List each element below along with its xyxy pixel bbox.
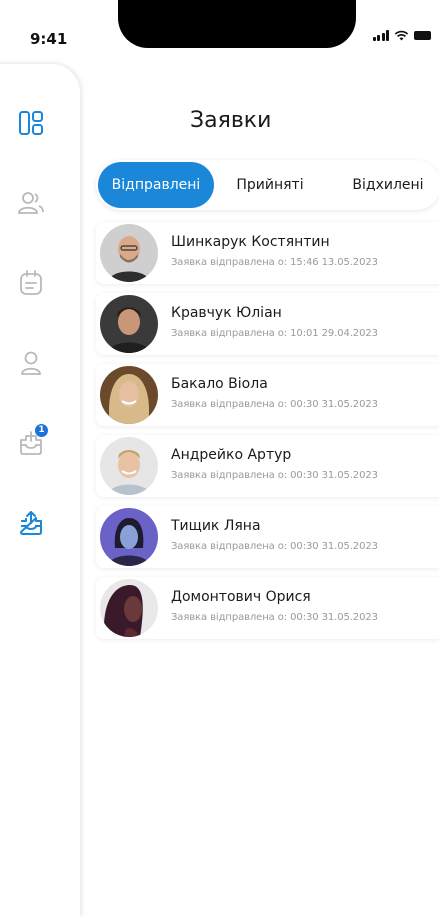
requester-name: Кравчук Юліан bbox=[171, 305, 282, 321]
avatar bbox=[100, 224, 158, 282]
sent-time: 00:30 bbox=[290, 399, 319, 410]
outbox-icon bbox=[20, 511, 42, 535]
sent-time: 00:30 bbox=[290, 470, 319, 481]
list-item[interactable]: Бакало Віола Заявка відправлена о: 00:30… bbox=[96, 364, 439, 426]
avatar bbox=[100, 366, 158, 424]
sent-time: 10:01 bbox=[290, 328, 319, 339]
notch bbox=[118, 0, 356, 48]
tab-accepted[interactable]: Прийняті bbox=[220, 160, 320, 210]
sent-time: 00:30 bbox=[290, 612, 319, 623]
sent-date: 31.05.2023 bbox=[321, 399, 378, 410]
tab-rejected[interactable]: Відхилені bbox=[336, 160, 439, 210]
signal-icon bbox=[372, 30, 389, 41]
request-sent-info: Заявка відправлена о: 10:01 29.04.2023 bbox=[171, 328, 378, 339]
request-sent-info: Заявка відправлена о: 15:46 13.05.2023 bbox=[171, 257, 378, 268]
wifi-icon bbox=[394, 30, 409, 41]
sent-date: 29.04.2023 bbox=[321, 328, 378, 339]
users-icon bbox=[18, 192, 44, 214]
status-icons bbox=[372, 30, 431, 41]
requester-name: Домонтович Орися bbox=[171, 589, 311, 605]
sent-label: Заявка відправлена о: bbox=[171, 470, 288, 481]
sent-label: Заявка відправлена о: bbox=[171, 541, 288, 552]
list-item[interactable]: Шинкарук Костянтин Заявка відправлена о:… bbox=[96, 222, 439, 284]
sent-time: 15:46 bbox=[290, 257, 319, 268]
tab-sent[interactable]: Відправлені bbox=[98, 162, 214, 208]
avatar bbox=[100, 508, 158, 566]
request-sent-info: Заявка відправлена о: 00:30 31.05.2023 bbox=[171, 399, 378, 410]
sent-label: Заявка відправлена о: bbox=[171, 328, 288, 339]
list-item[interactable]: Андрейко Артур Заявка відправлена о: 00:… bbox=[96, 435, 439, 497]
sent-time: 00:30 bbox=[290, 541, 319, 552]
avatar bbox=[100, 579, 158, 637]
sidebar: 1 bbox=[0, 64, 80, 917]
sidebar-item-dashboard[interactable] bbox=[14, 106, 48, 140]
sent-date: 31.05.2023 bbox=[321, 541, 378, 552]
sent-date: 31.05.2023 bbox=[321, 612, 378, 623]
avatar bbox=[100, 295, 158, 353]
list-item[interactable]: Кравчук Юліан Заявка відправлена о: 10:0… bbox=[96, 293, 439, 355]
sidebar-item-calendar[interactable] bbox=[14, 266, 48, 300]
sidebar-item-profile[interactable] bbox=[14, 346, 48, 380]
page-title: Заявки bbox=[190, 108, 272, 133]
sidebar-item-outbox[interactable] bbox=[14, 506, 48, 540]
calendar-icon bbox=[20, 270, 42, 295]
requester-name: Бакало Віола bbox=[171, 376, 268, 392]
requester-name: Андрейко Артур bbox=[171, 447, 292, 463]
avatar bbox=[100, 437, 158, 495]
request-sent-info: Заявка відправлена о: 00:30 31.05.2023 bbox=[171, 612, 378, 623]
requester-name: Шинкарук Костянтин bbox=[171, 234, 330, 250]
sent-date: 31.05.2023 bbox=[321, 470, 378, 481]
inbox-badge: 1 bbox=[35, 424, 48, 437]
sidebar-item-inbox[interactable]: 1 bbox=[14, 424, 48, 460]
list-item[interactable]: Домонтович Орися Заявка відправлена о: 0… bbox=[96, 577, 439, 639]
dashboard-icon bbox=[19, 111, 43, 135]
request-sent-info: Заявка відправлена о: 00:30 31.05.2023 bbox=[171, 541, 378, 552]
status-time: 9:41 bbox=[30, 30, 68, 48]
profile-icon bbox=[21, 351, 41, 375]
tab-bar: Відправлені Прийняті Відхилені bbox=[96, 160, 439, 210]
request-sent-info: Заявка відправлена о: 00:30 31.05.2023 bbox=[171, 470, 378, 481]
sidebar-item-users[interactable] bbox=[14, 186, 48, 220]
battery-icon bbox=[414, 31, 431, 40]
sent-label: Заявка відправлена о: bbox=[171, 612, 288, 623]
sent-date: 13.05.2023 bbox=[321, 257, 378, 268]
list-item[interactable]: Тищик Ляна Заявка відправлена о: 00:30 3… bbox=[96, 506, 439, 568]
requester-name: Тищик Ляна bbox=[171, 518, 261, 534]
sent-label: Заявка відправлена о: bbox=[171, 257, 288, 268]
request-list: Шинкарук Костянтин Заявка відправлена о:… bbox=[96, 222, 439, 648]
sent-label: Заявка відправлена о: bbox=[171, 399, 288, 410]
